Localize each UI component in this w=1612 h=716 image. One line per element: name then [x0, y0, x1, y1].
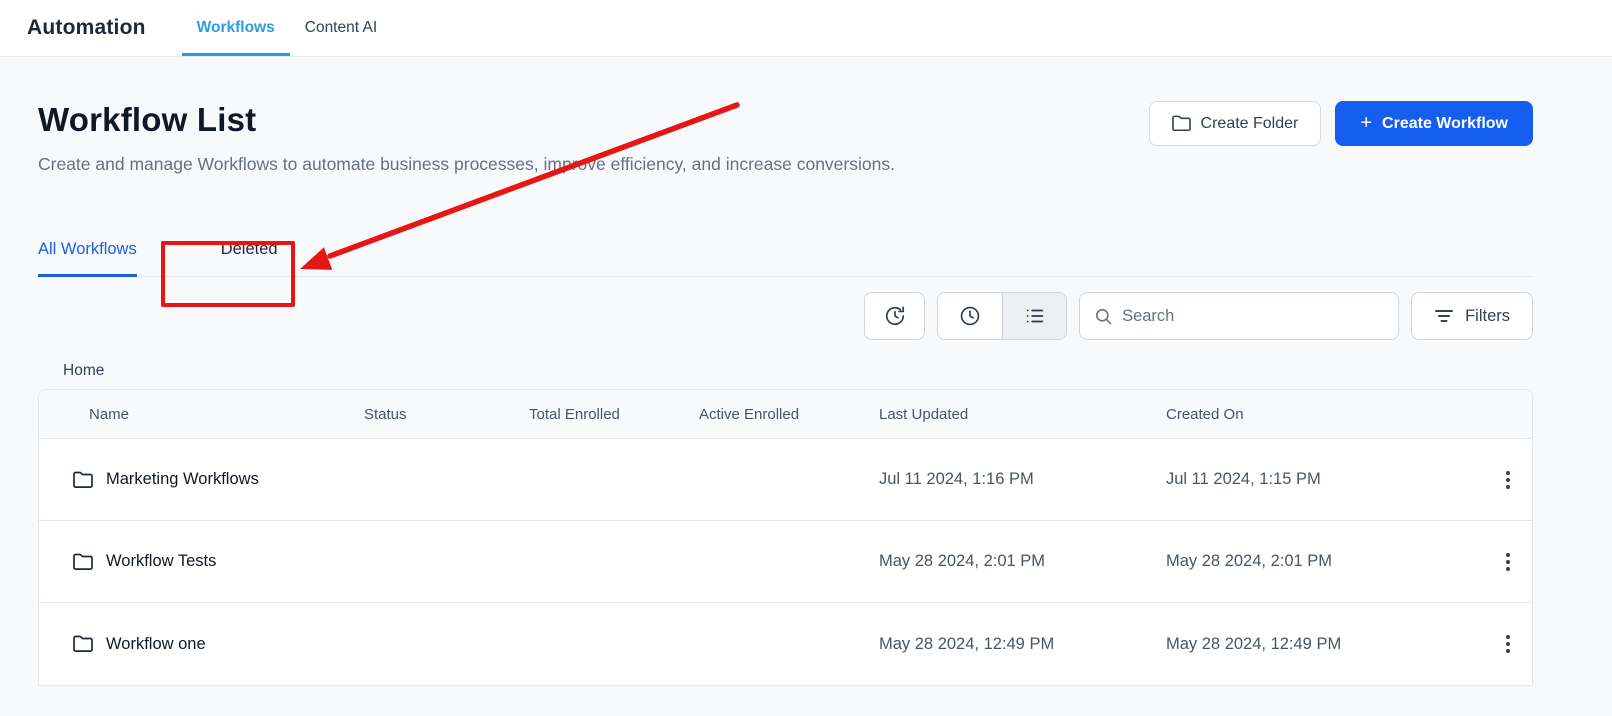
- search-icon: [1094, 307, 1113, 326]
- table-row[interactable]: Marketing Workflows Jul 11 2024, 1:16 PM…: [39, 439, 1532, 521]
- page-header-text: Workflow List Create and manage Workflow…: [38, 101, 895, 179]
- filters-button[interactable]: Filters: [1411, 292, 1533, 340]
- create-workflow-label: Create Workflow: [1382, 114, 1508, 132]
- column-header-active-enrolled: Active Enrolled: [699, 405, 800, 423]
- header-buttons: Create Folder + Create Workflow: [1148, 101, 1533, 146]
- folder-name-cell[interactable]: Workflow Tests: [39, 552, 364, 571]
- filters-label: Filters: [1465, 306, 1510, 325]
- column-header-status: Status: [364, 405, 407, 423]
- page-header: Workflow List Create and manage Workflow…: [38, 101, 1533, 179]
- search-container: [1079, 292, 1400, 340]
- last-updated-cell: Jul 11 2024, 1:16 PM: [879, 470, 1034, 488]
- recent-view-segment[interactable]: [938, 293, 1002, 339]
- create-folder-label: Create Folder: [1200, 114, 1299, 132]
- list-view-icon: [1024, 305, 1046, 327]
- history-button[interactable]: [864, 292, 926, 340]
- table-header-row: Name Status Total Enrolled Active Enroll…: [39, 390, 1532, 439]
- filter-lines-icon: [1434, 308, 1454, 324]
- last-updated-cell: May 28 2024, 12:49 PM: [879, 634, 1055, 653]
- workflow-tabs: All Workflows Deleted: [38, 223, 1533, 277]
- breadcrumb[interactable]: Home: [63, 362, 1533, 380]
- created-on-cell: May 28 2024, 2:01 PM: [1166, 552, 1333, 570]
- last-updated-cell: May 28 2024, 2:01 PM: [879, 552, 1046, 570]
- create-folder-button[interactable]: Create Folder: [1148, 101, 1322, 146]
- column-header-total-enrolled: Total Enrolled: [529, 405, 620, 423]
- tab-all-workflows[interactable]: All Workflows: [38, 240, 137, 277]
- row-actions-menu-icon[interactable]: [1492, 546, 1524, 578]
- folder-name-cell[interactable]: Workflow one: [39, 635, 364, 654]
- created-on-cell: May 28 2024, 12:49 PM: [1166, 634, 1342, 653]
- folder-icon: [73, 553, 93, 571]
- search-input[interactable]: [1122, 306, 1385, 326]
- folder-name-cell[interactable]: Marketing Workflows: [39, 470, 364, 489]
- view-toggle: [937, 292, 1068, 340]
- clock-icon: [959, 305, 981, 327]
- history-clock-icon: [884, 305, 906, 327]
- column-header-last-updated: Last Updated: [879, 405, 969, 423]
- toolbar: Filters: [38, 292, 1533, 340]
- page-title: Workflow List: [38, 101, 257, 138]
- folder-name: Marketing Workflows: [106, 470, 259, 488]
- row-actions-menu-icon[interactable]: [1492, 464, 1524, 496]
- nav-tab-workflows[interactable]: Workflows: [181, 0, 290, 56]
- folder-icon: [73, 471, 93, 489]
- nav-tab-content-ai-label: Content AI: [304, 19, 378, 36]
- page-description: Create and manage Workflows to automate …: [38, 154, 895, 174]
- app-title: Automation: [27, 16, 146, 39]
- row-actions-menu-icon[interactable]: [1492, 628, 1524, 660]
- folder-name: Workflow one: [106, 634, 206, 653]
- folder-name: Workflow Tests: [106, 552, 217, 570]
- folder-icon: [73, 635, 93, 653]
- column-header-created-on: Created On: [1166, 405, 1244, 423]
- table-row[interactable]: Workflow one May 28 2024, 12:49 PM May 2…: [39, 603, 1532, 685]
- table-row[interactable]: Workflow Tests May 28 2024, 2:01 PM May …: [39, 521, 1532, 603]
- create-workflow-button[interactable]: + Create Workflow: [1335, 101, 1533, 146]
- column-header-name: Name: [89, 405, 130, 423]
- list-view-segment[interactable]: [1002, 293, 1067, 339]
- main-content: Workflow List Create and manage Workflow…: [0, 101, 1612, 686]
- nav-tab-content-ai[interactable]: Content AI: [290, 0, 392, 56]
- nav-tab-workflows-label: Workflows: [196, 19, 275, 36]
- plus-icon: +: [1360, 111, 1373, 134]
- tab-deleted[interactable]: Deleted: [221, 240, 278, 276]
- folder-icon: [1171, 115, 1191, 132]
- workflow-table: Name Status Total Enrolled Active Enroll…: [38, 389, 1533, 686]
- created-on-cell: Jul 11 2024, 1:15 PM: [1166, 470, 1321, 488]
- tab-deleted-label: Deleted: [220, 240, 278, 258]
- top-nav: Automation Workflows Content AI: [0, 0, 1612, 57]
- tab-all-workflows-label: All Workflows: [38, 240, 137, 258]
